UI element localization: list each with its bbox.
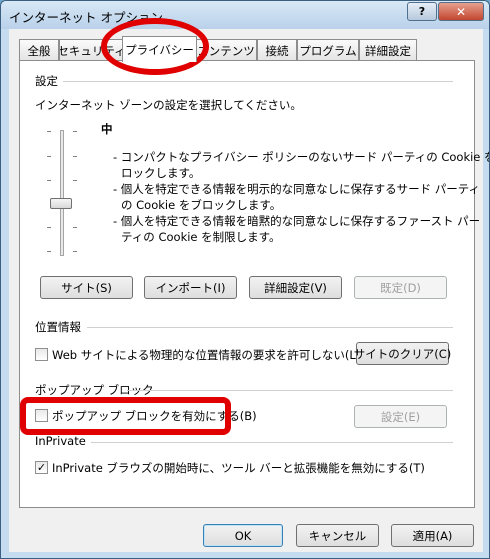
tab-programs[interactable]: プログラム: [297, 39, 359, 61]
slider-tick: [73, 180, 77, 181]
location-group-title: 位置情報: [35, 320, 81, 334]
settings-group-title: 設定: [35, 74, 58, 88]
checkmark-icon: ✓: [36, 461, 47, 474]
privacy-description-line: - 個人を特定できる情報を明示的な同意なしに保存するサード パーティ: [113, 182, 481, 196]
tab-advanced[interactable]: 詳細設定: [359, 39, 417, 61]
slider-tick: [73, 227, 77, 228]
clear-sites-button[interactable]: サイトのクリア(C): [354, 342, 451, 365]
inprivate-group-title: InPrivate: [35, 434, 86, 448]
slider-tick: [47, 180, 51, 181]
tab-general[interactable]: 全般: [19, 39, 59, 61]
slider-tick: [47, 227, 51, 228]
location-checkbox[interactable]: [35, 348, 48, 361]
slider-tick: [47, 131, 51, 132]
settings-group-line: [63, 81, 453, 82]
internet-options-window: インターネット オプション ? ✕ 全般 セキュリティ プライバシー コンテンツ…: [0, 0, 490, 559]
privacy-description-line: - 個人を特定できる情報を暗黙的な同意なしに保存するファースト パー: [113, 214, 481, 228]
close-icon: ✕: [455, 4, 467, 19]
default-button[interactable]: 既定(D): [354, 276, 447, 299]
tab-strip: 全般 セキュリティ プライバシー コンテンツ 接続 プログラム 詳細設定: [19, 36, 479, 62]
privacy-level-label: 中: [101, 122, 113, 136]
slider-tick: [47, 156, 51, 157]
popup-group-line: [127, 390, 453, 391]
location-checkbox-label[interactable]: Web サイトによる物理的な位置情報の要求を許可しない(L): [52, 347, 360, 363]
title-bar: インターネット オプション ? ✕: [1, 1, 489, 29]
close-button[interactable]: ✕: [438, 2, 484, 21]
slider-tick: [47, 251, 51, 252]
inprivate-group-line: [91, 442, 453, 443]
inprivate-checkbox-label[interactable]: InPrivate ブラウズの開始時に、ツール バーと拡張機能を無効にする(T): [52, 460, 425, 476]
privacy-description-line: - コンパクトなプライバシー ポリシーのないサード パーティの Cookie を…: [113, 150, 490, 164]
slider-tick: [73, 131, 77, 132]
privacy-level-slider-track[interactable]: [60, 130, 64, 256]
slider-tick: [73, 251, 77, 252]
tab-privacy[interactable]: プライバシー: [122, 36, 197, 62]
privacy-description-line: ティの Cookie を制限します。: [121, 230, 281, 244]
privacy-description-line: の Cookie をブロックします。: [121, 198, 282, 212]
location-group-line: [87, 327, 453, 328]
cancel-button[interactable]: キャンセル: [296, 524, 379, 547]
help-button[interactable]: ?: [407, 2, 437, 21]
privacy-description-line: ロックします。: [121, 166, 201, 180]
privacy-level-slider-thumb[interactable]: [50, 198, 72, 209]
tab-connections[interactable]: 接続: [257, 39, 297, 61]
import-button[interactable]: インポート(I): [144, 276, 237, 299]
slider-tick: [73, 156, 77, 157]
apply-button[interactable]: 適用(A): [391, 524, 474, 547]
inprivate-checkbox[interactable]: ✓: [35, 461, 48, 474]
ok-button[interactable]: OK: [203, 524, 283, 547]
zone-instruction: インターネット ゾーンの設定を選択してください。: [35, 98, 302, 112]
help-icon: ?: [418, 5, 426, 18]
highlight-box-popup-blocker: [20, 397, 231, 435]
sites-button[interactable]: サイト(S): [40, 276, 133, 299]
popup-settings-button[interactable]: 設定(E): [354, 405, 447, 428]
advanced-settings-button[interactable]: 詳細設定(V): [249, 276, 342, 299]
